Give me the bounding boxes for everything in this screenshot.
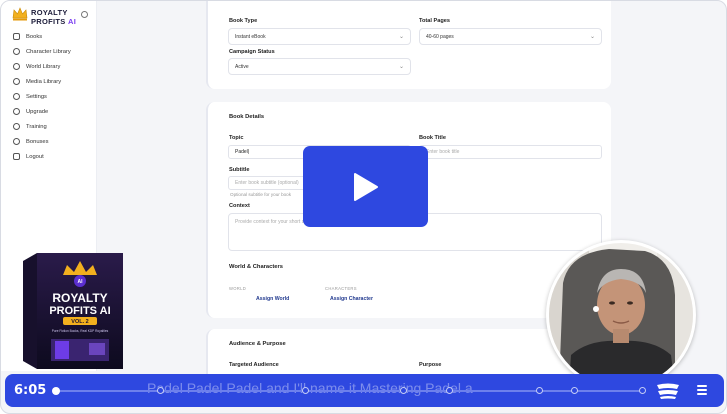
world-mini-label: WORLD — [229, 286, 247, 291]
sidebar-item-label: Logout — [26, 153, 44, 160]
chapter-marker[interactable] — [302, 387, 309, 394]
sidebar-item-label: Bonuses — [26, 138, 49, 145]
player-brand-icon[interactable] — [655, 382, 681, 400]
product-line2: PROFITS AI — [49, 305, 110, 317]
sidebar-item-settings[interactable]: Settings — [13, 89, 71, 104]
sidebar-item-label: Training — [26, 123, 47, 130]
sidebar-item-label: Character Library — [26, 48, 71, 55]
image-icon — [13, 78, 20, 85]
product-tagline: Pure Fiction Books, Real KDP Royalties — [52, 329, 109, 333]
chevron-down-icon: ⌄ — [589, 34, 595, 40]
sidebar-nav: Books Character Library World Library Me… — [13, 29, 71, 164]
chapter-marker[interactable] — [446, 387, 453, 394]
campaign-status-select[interactable]: Active ⌄ — [228, 58, 411, 75]
training-icon — [13, 123, 20, 130]
chevron-down-icon: ⌄ — [398, 34, 404, 40]
chapter-marker[interactable] — [536, 387, 543, 394]
sidebar-item-label: Books — [26, 33, 43, 40]
webcam-overlay — [546, 240, 696, 390]
world-characters-title: World & Characters — [229, 264, 284, 270]
campaign-status-label: Campaign Status — [229, 49, 275, 55]
sidebar-item-training[interactable]: Training — [13, 119, 71, 134]
book-icon — [13, 33, 20, 40]
upgrade-icon — [13, 108, 20, 115]
assign-world-button[interactable]: Assign World — [256, 296, 289, 302]
chapter-marker[interactable] — [157, 387, 164, 394]
campaign-status-value: Active — [235, 64, 249, 70]
characters-mini-label: CHARACTERS — [325, 286, 357, 291]
users-icon — [13, 48, 20, 55]
product-ai-badge: AI — [78, 279, 84, 285]
gift-icon — [13, 138, 20, 145]
caption-text: Padel Padel Padel and I'll name it Maste… — [147, 380, 473, 396]
topic-label: Topic — [229, 135, 244, 141]
progress-track[interactable] — [55, 390, 643, 392]
play-icon — [354, 173, 378, 201]
sidebar-item-upgrade[interactable]: Upgrade — [13, 104, 71, 119]
book-type-select[interactable]: Instant eBook ⌄ — [228, 28, 411, 45]
app-logo: ROYALTY PROFITS AI — [12, 6, 82, 26]
presenter-image — [549, 243, 693, 387]
context-label: Context — [229, 203, 250, 209]
total-pages-label: Total Pages — [419, 18, 450, 24]
collapse-sidebar-icon[interactable] — [81, 11, 88, 18]
book-title-input[interactable]: Enter book title — [419, 145, 602, 159]
product-vol: VOL. 2 — [71, 319, 88, 325]
book-type-label: Book Type — [229, 18, 258, 24]
chapter-marker[interactable] — [571, 387, 578, 394]
sidebar-item-world-library[interactable]: World Library — [13, 59, 71, 74]
logo-line2: PROFITS AI — [31, 17, 76, 26]
sidebar-item-label: World Library — [26, 63, 61, 70]
product-box-image: AI ROYALTY PROFITS AI VOL. 2 Pure Fictio… — [23, 253, 123, 369]
logo-line2-text: PROFITS — [31, 17, 68, 26]
logout-icon — [13, 153, 20, 160]
logo-ai: AI — [68, 17, 77, 26]
play-button[interactable] — [303, 146, 428, 227]
menu-icon[interactable] — [697, 385, 707, 397]
chapter-marker[interactable] — [639, 387, 646, 394]
progress-knob[interactable] — [52, 387, 60, 395]
target-audience-label: Targeted Audience — [229, 362, 279, 368]
book-type-value: Instant eBook — [235, 34, 266, 40]
total-pages-select[interactable]: 40-60 pages ⌄ — [419, 28, 602, 45]
logo-line1: ROYALTY — [31, 8, 68, 17]
assign-character-button[interactable]: Assign Character — [330, 296, 373, 302]
sidebar-item-books[interactable]: Books — [13, 29, 71, 44]
current-time: 6:05 — [14, 383, 47, 398]
sidebar-item-bonuses[interactable]: Bonuses — [13, 134, 71, 149]
video-player-bar: 6:05 Padel Padel Padel and I'll name it … — [5, 374, 724, 407]
sidebar-item-label: Upgrade — [26, 108, 49, 115]
subtitle-label: Subtitle — [229, 167, 250, 173]
globe-icon — [13, 63, 20, 70]
audience-title: Audience & Purpose — [229, 341, 286, 347]
sidebar-item-media-library[interactable]: Media Library — [13, 74, 71, 89]
crown-icon — [12, 7, 28, 21]
book-title-label: Book Title — [419, 135, 446, 141]
gear-icon — [13, 93, 20, 100]
video-frame: ROYALTY PROFITS AI Books Character Libra… — [0, 0, 727, 414]
sidebar-item-logout[interactable]: Logout — [13, 149, 71, 164]
book-details-title: Book Details — [229, 114, 265, 120]
chevron-down-icon: ⌄ — [398, 64, 404, 70]
purpose-label: Purpose — [419, 362, 442, 368]
sidebar-item-label: Settings — [26, 93, 47, 100]
chapter-marker[interactable] — [400, 387, 407, 394]
sidebar-item-character-library[interactable]: Character Library — [13, 44, 71, 59]
campaign-settings-card: Book Type Instant eBook ⌄ Total Pages 40… — [206, 1, 611, 89]
product-line1: ROYALTY — [52, 291, 107, 305]
subtitle-help: Optional subtitle for your book — [230, 192, 292, 197]
total-pages-value: 40-60 pages — [426, 34, 454, 40]
sidebar-item-label: Media Library — [26, 78, 62, 85]
